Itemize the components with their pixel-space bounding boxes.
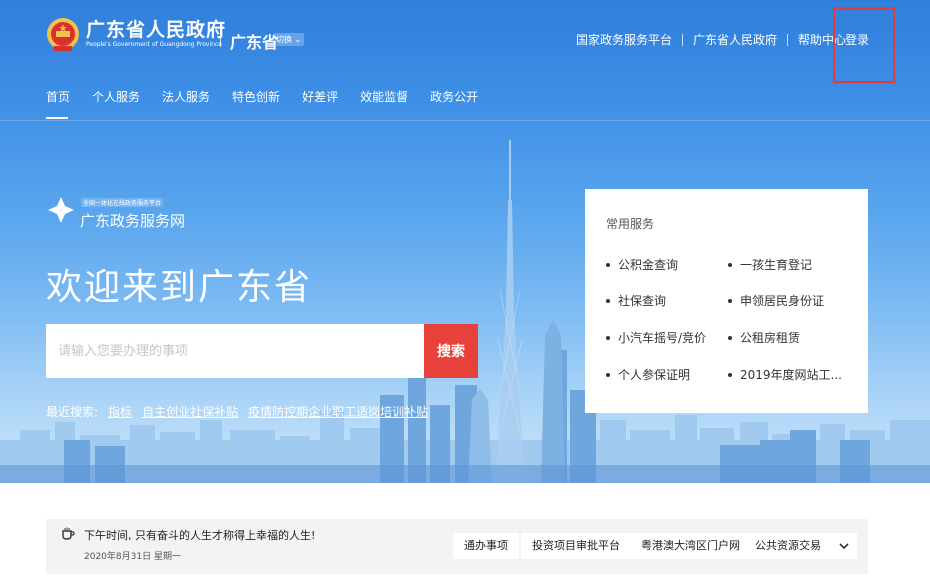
- quick-link-greater-bay-area[interactable]: 粤港澳大湾区门户网: [630, 533, 751, 559]
- greeting-text: 下午时间, 只有奋斗的人生才称得上幸福的人生!: [84, 529, 316, 542]
- hero-banner: 广东省人民政府 People's Government of Guangdong…: [0, 0, 930, 483]
- bullet-icon: [606, 372, 610, 377]
- site-subtitle: People's Government of Guangdong Provinc…: [86, 41, 222, 48]
- login-link[interactable]: 登录: [845, 31, 869, 48]
- common-services-card: 常用服务 公积金查询 一孩生育登记 社保查询 申领居民身份证 小汽车摇号/竞价 …: [585, 189, 868, 413]
- quick-link-universal-services[interactable]: 通办事项: [453, 533, 519, 559]
- region-switch-button[interactable]: 切换 ⌄: [273, 33, 305, 46]
- chevron-down-icon: ⌄: [294, 35, 302, 44]
- service-label: 申领居民身份证: [740, 294, 825, 308]
- service-item[interactable]: 个人参保证明: [606, 366, 690, 383]
- search-box: [46, 324, 424, 378]
- more-links-button[interactable]: [831, 533, 857, 559]
- header-separator: [220, 25, 221, 47]
- nav-personal-services[interactable]: 个人服务: [92, 88, 140, 120]
- main-nav: 首页 个人服务 法人服务 特色创新 好差评 效能监督 政务公开: [46, 88, 500, 120]
- site-title[interactable]: 广东省人民政府: [86, 15, 226, 42]
- service-item[interactable]: 一孩生育登记: [728, 256, 812, 273]
- recent-searches-label: 最近搜索:: [46, 405, 99, 419]
- link-provincial-government[interactable]: 广东省人民政府: [693, 31, 777, 48]
- platform-logo-icon: [48, 197, 74, 223]
- bullet-icon: [606, 335, 610, 340]
- region-switch-label: 切换: [276, 35, 292, 44]
- service-label: 公积金查询: [618, 258, 679, 272]
- nav-featured-innovation[interactable]: 特色创新: [232, 88, 280, 120]
- coffee-cup-icon: [62, 527, 75, 540]
- platform-tag: 全国一体化在线政务服务平台: [81, 198, 164, 207]
- service-label: 公租房租赁: [740, 331, 801, 345]
- service-item[interactable]: 社保查询: [606, 292, 666, 309]
- header-divider: [0, 120, 930, 121]
- platform-name: 广东政务服务网: [80, 212, 186, 230]
- recent-search-link[interactable]: 指标: [108, 403, 132, 420]
- link-separator: [682, 33, 684, 46]
- nav-home[interactable]: 首页: [46, 88, 70, 120]
- link-separator: [787, 33, 789, 46]
- top-links: 国家政务服务平台 广东省人民政府 帮助中心: [576, 31, 846, 48]
- bullet-icon: [728, 335, 732, 340]
- welcome-heading: 欢迎来到广东省: [46, 267, 313, 308]
- services-title: 常用服务: [606, 217, 655, 231]
- service-item[interactable]: 2019年度网站工...: [728, 366, 842, 383]
- recent-search-link[interactable]: 疫情防控期企业职工适岗培训补贴: [248, 403, 428, 420]
- nav-service-rating[interactable]: 好差评: [302, 88, 338, 120]
- nav-government-affairs[interactable]: 政务公开: [430, 88, 478, 120]
- service-label: 个人参保证明: [618, 368, 691, 382]
- quick-link-public-resources[interactable]: 公共资源交易: [744, 533, 832, 559]
- bullet-icon: [606, 298, 610, 303]
- service-label: 小汽车摇号/竞价: [618, 331, 707, 345]
- chevron-down-icon: [839, 543, 849, 550]
- quick-link-investment-approval[interactable]: 投资项目审批平台: [521, 533, 631, 559]
- service-label: 2019年度网站工...: [740, 368, 842, 382]
- greeting-bar: 下午时间, 只有奋斗的人生才称得上幸福的人生! 2020年8月31日 星期一 通…: [46, 519, 868, 574]
- service-label: 社保查询: [618, 294, 667, 308]
- service-item[interactable]: 申领居民身份证: [728, 292, 824, 309]
- bullet-icon: [728, 372, 732, 377]
- service-label: 一孩生育登记: [740, 258, 813, 272]
- service-item[interactable]: 公租房租赁: [728, 329, 800, 346]
- date-text: 2020年8月31日 星期一: [84, 552, 181, 562]
- recent-searches: 最近搜索: 指标 自主创业社保补贴 疫情防控期企业职工适岗培训补贴: [46, 403, 428, 420]
- nav-performance-supervision[interactable]: 效能监督: [360, 88, 408, 120]
- region-name: 广东省: [230, 33, 279, 52]
- bullet-icon: [728, 298, 732, 303]
- service-item[interactable]: 公积金查询: [606, 256, 678, 273]
- search-button[interactable]: 搜索: [424, 324, 478, 378]
- link-national-platform[interactable]: 国家政务服务平台: [576, 31, 672, 48]
- search-input[interactable]: [46, 324, 424, 378]
- nav-corporate-services[interactable]: 法人服务: [162, 88, 210, 120]
- bullet-icon: [606, 262, 610, 267]
- national-emblem-icon: [47, 18, 79, 51]
- recent-search-link[interactable]: 自主创业社保补贴: [142, 403, 238, 420]
- service-item[interactable]: 小汽车摇号/竞价: [606, 329, 706, 346]
- bullet-icon: [728, 262, 732, 267]
